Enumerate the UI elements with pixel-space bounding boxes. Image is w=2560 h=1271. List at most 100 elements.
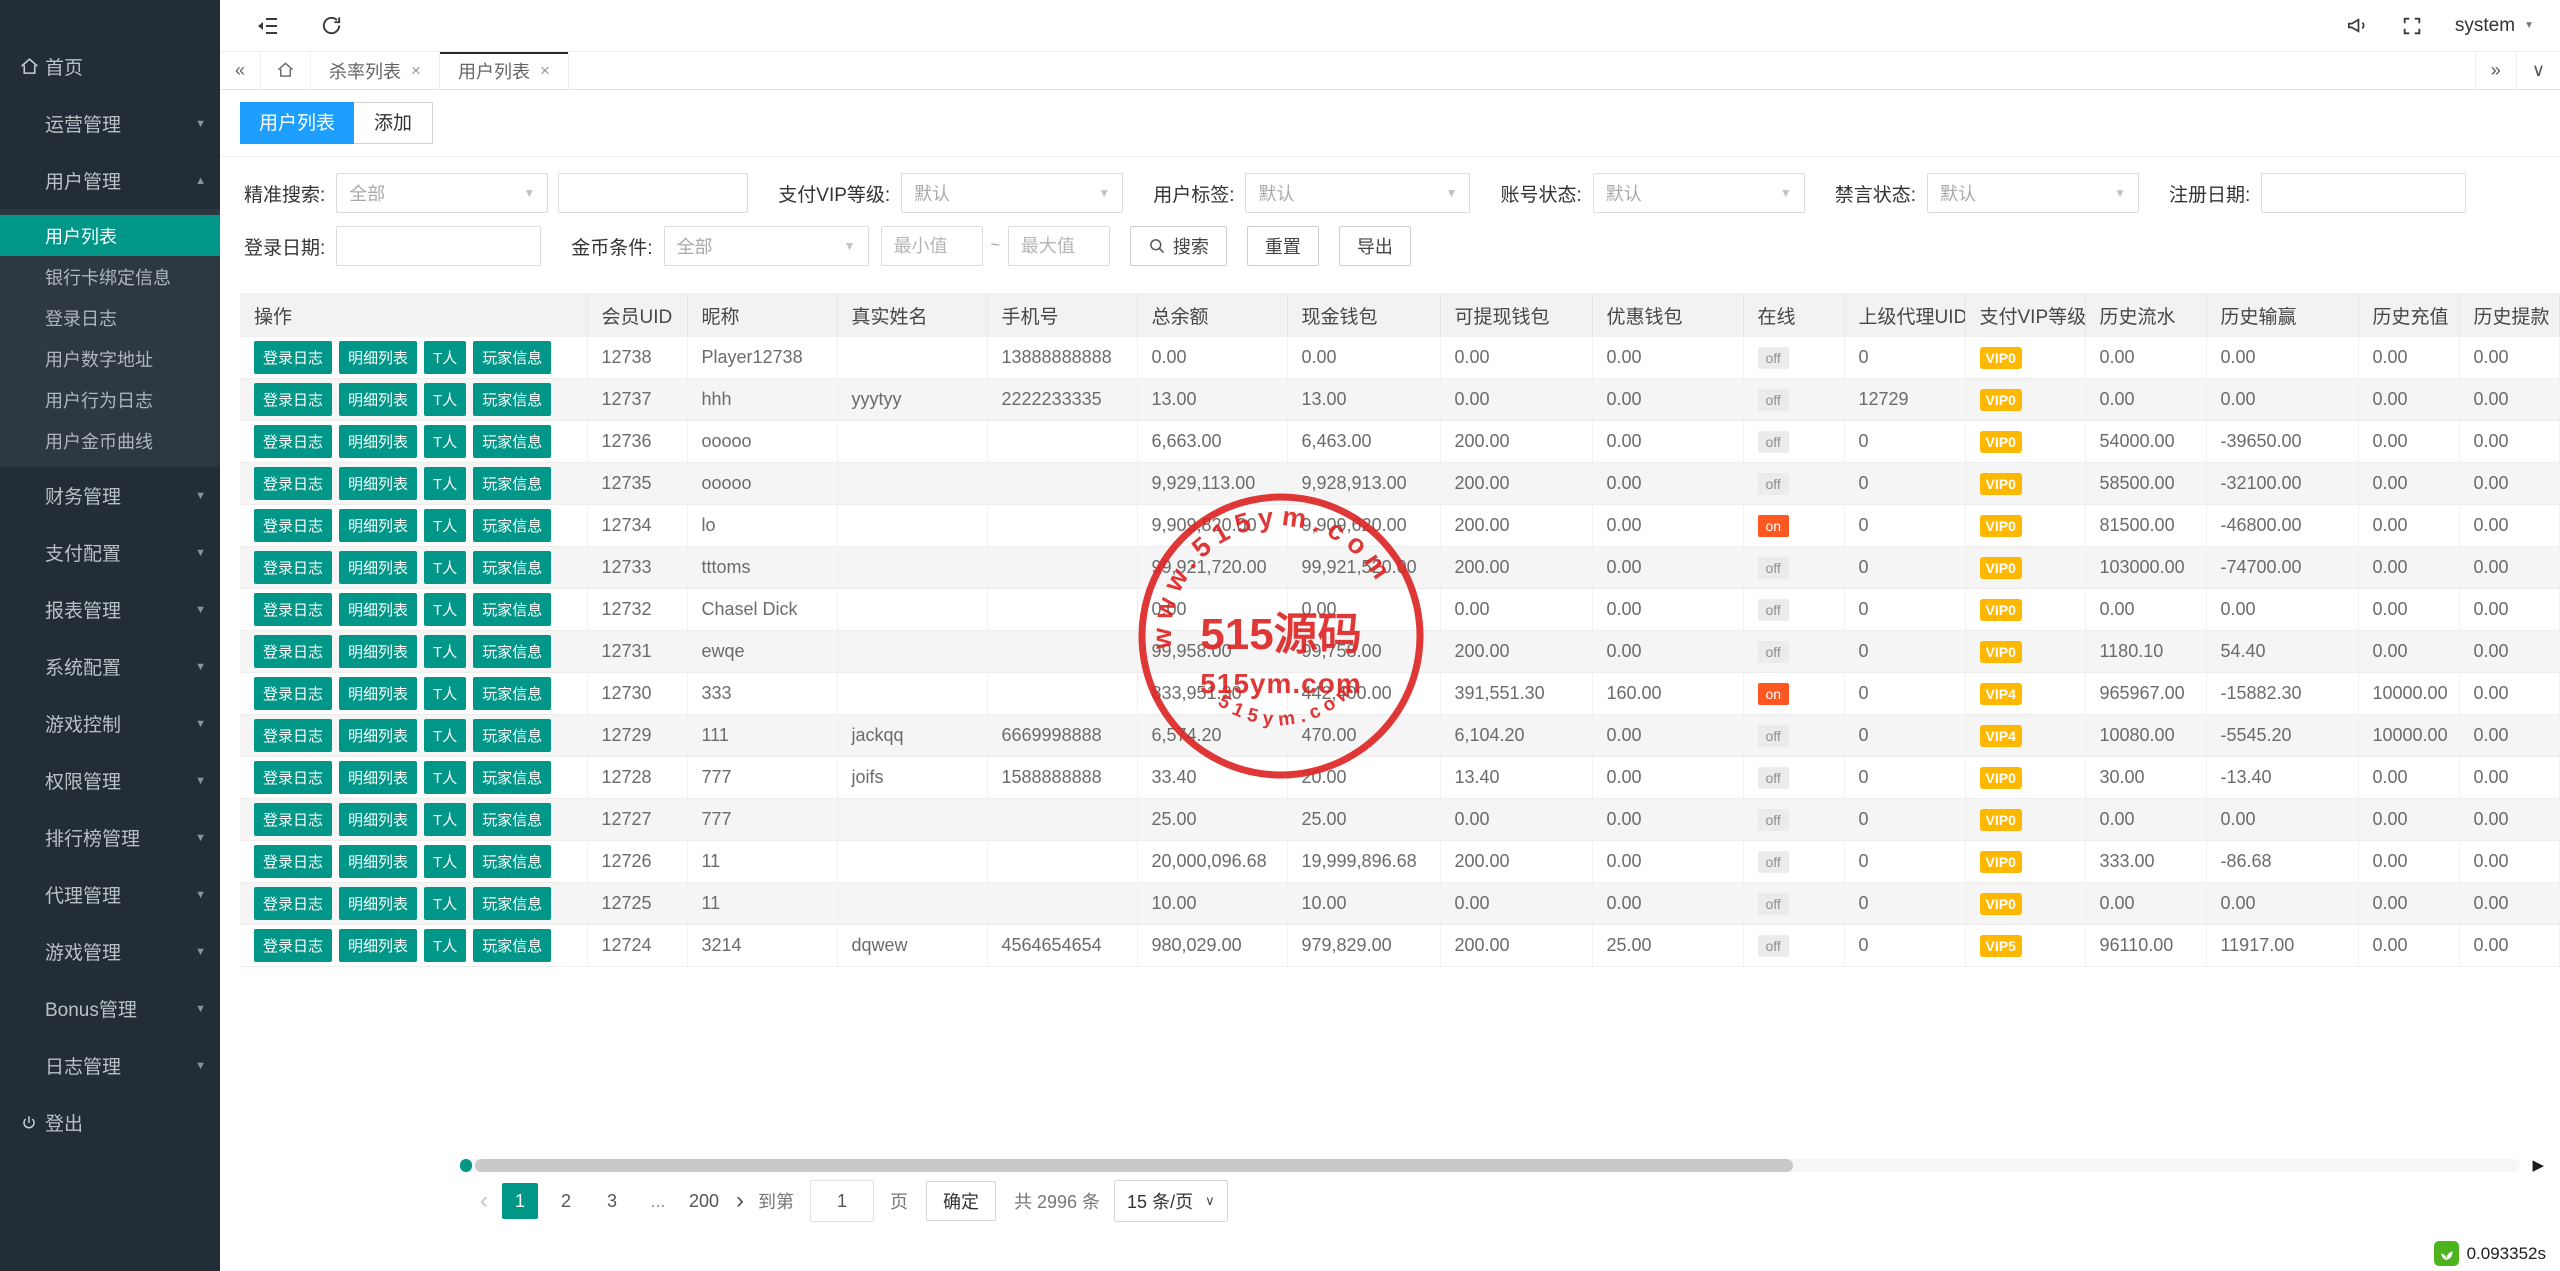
export-button[interactable]: 导出 — [1339, 226, 1411, 266]
coin-condition-select[interactable]: 全部▼ — [664, 226, 869, 266]
user-menu[interactable]: system ▼ — [2455, 15, 2534, 37]
detail-list-button[interactable]: 明细列表 — [339, 551, 417, 584]
detail-list-button[interactable]: 明细列表 — [339, 593, 417, 626]
sidebar-item-bonus[interactable]: Bonus管理▼ — [0, 980, 220, 1037]
confirm-button[interactable]: 确定 — [926, 1181, 996, 1221]
kick-player-button[interactable]: T人 — [424, 593, 466, 626]
kick-player-button[interactable]: T人 — [424, 803, 466, 836]
precise-search-select[interactable]: 全部▼ — [336, 173, 548, 213]
kick-player-button[interactable]: T人 — [424, 677, 466, 710]
kick-player-button[interactable]: T人 — [424, 719, 466, 752]
sidebar-item-login-log[interactable]: 登录日志 — [0, 297, 220, 338]
sidebar-item-behavior-log[interactable]: 用户行为日志 — [0, 379, 220, 420]
page-button[interactable]: 1 — [502, 1183, 538, 1219]
sidebar-item-coin-curve[interactable]: 用户金币曲线 — [0, 420, 220, 461]
detail-list-button[interactable]: 明细列表 — [339, 719, 417, 752]
detail-list-button[interactable]: 明细列表 — [339, 929, 417, 962]
login-log-button[interactable]: 登录日志 — [254, 341, 332, 374]
login-log-button[interactable]: 登录日志 — [254, 887, 332, 920]
player-info-button[interactable]: 玩家信息 — [473, 761, 551, 794]
goto-page-input[interactable] — [810, 1180, 874, 1222]
page-button[interactable]: 2 — [548, 1183, 584, 1219]
login-log-button[interactable]: 登录日志 — [254, 425, 332, 458]
sidebar-item-agents[interactable]: 代理管理▼ — [0, 866, 220, 923]
detail-list-button[interactable]: 明细列表 — [339, 467, 417, 500]
sidebar-item-permissions[interactable]: 权限管理▼ — [0, 752, 220, 809]
player-info-button[interactable]: 玩家信息 — [473, 887, 551, 920]
sidebar-item-ranking[interactable]: 排行榜管理▼ — [0, 809, 220, 866]
announcement-icon[interactable] — [2346, 14, 2369, 37]
sidebar-item-home[interactable]: 首页 — [0, 38, 220, 95]
kick-player-button[interactable]: T人 — [424, 845, 466, 878]
detail-list-button[interactable]: 明细列表 — [339, 341, 417, 374]
horizontal-scrollbar[interactable] — [460, 1159, 2520, 1172]
login-date-input[interactable] — [336, 226, 541, 266]
login-log-button[interactable]: 登录日志 — [254, 929, 332, 962]
detail-list-button[interactable]: 明细列表 — [339, 383, 417, 416]
kick-player-button[interactable]: T人 — [424, 551, 466, 584]
home-tab-icon[interactable] — [261, 52, 311, 89]
tab-kill-rate-list[interactable]: 杀率列表 × — [311, 52, 440, 89]
login-log-button[interactable]: 登录日志 — [254, 509, 332, 542]
login-log-button[interactable]: 登录日志 — [254, 677, 332, 710]
detail-list-button[interactable]: 明细列表 — [339, 425, 417, 458]
next-page-icon[interactable]: › — [732, 1187, 748, 1215]
sidebar-item-user-list[interactable]: 用户列表 — [0, 215, 220, 256]
detail-list-button[interactable]: 明细列表 — [339, 509, 417, 542]
close-icon[interactable]: × — [540, 61, 550, 81]
sidebar-item-finance[interactable]: 财务管理▼ — [0, 467, 220, 524]
player-info-button[interactable]: 玩家信息 — [473, 551, 551, 584]
login-log-button[interactable]: 登录日志 — [254, 761, 332, 794]
refresh-icon[interactable] — [320, 14, 343, 37]
search-button[interactable]: 搜索 — [1130, 226, 1227, 266]
login-log-button[interactable]: 登录日志 — [254, 467, 332, 500]
vip-level-select[interactable]: 默认▼ — [901, 173, 1123, 213]
player-info-button[interactable]: 玩家信息 — [473, 425, 551, 458]
player-info-button[interactable]: 玩家信息 — [473, 467, 551, 500]
kick-player-button[interactable]: T人 — [424, 425, 466, 458]
sidebar-item-digital-address[interactable]: 用户数字地址 — [0, 338, 220, 379]
player-info-button[interactable]: 玩家信息 — [473, 677, 551, 710]
player-info-button[interactable]: 玩家信息 — [473, 383, 551, 416]
tab-user-list[interactable]: 用户列表 × — [440, 52, 569, 89]
player-info-button[interactable]: 玩家信息 — [473, 593, 551, 626]
sidebar-item-games[interactable]: 游戏管理▼ — [0, 923, 220, 980]
login-log-button[interactable]: 登录日志 — [254, 719, 332, 752]
player-info-button[interactable]: 玩家信息 — [473, 341, 551, 374]
keyword-input[interactable] — [558, 173, 748, 213]
detail-list-button[interactable]: 明细列表 — [339, 635, 417, 668]
sidebar-item-game-control[interactable]: 游戏控制▼ — [0, 695, 220, 752]
login-log-button[interactable]: 登录日志 — [254, 593, 332, 626]
max-value-input[interactable] — [1008, 226, 1110, 266]
fullscreen-icon[interactable] — [2401, 15, 2423, 37]
sidebar-item-system-config[interactable]: 系统配置▼ — [0, 638, 220, 695]
user-list-tab-button[interactable]: 用户列表 — [240, 102, 354, 144]
kick-player-button[interactable]: T人 — [424, 761, 466, 794]
kick-player-button[interactable]: T人 — [424, 509, 466, 542]
sidebar-item-logout[interactable]: 登出 — [0, 1094, 220, 1151]
min-value-input[interactable] — [881, 226, 983, 266]
page-button[interactable]: 200 — [686, 1183, 722, 1219]
register-date-input[interactable] — [2261, 173, 2466, 213]
login-log-button[interactable]: 登录日志 — [254, 383, 332, 416]
detail-list-button[interactable]: 明细列表 — [339, 803, 417, 836]
scroll-right-arrow-icon[interactable]: ▶ — [2532, 1156, 2544, 1174]
detail-list-button[interactable]: 明细列表 — [339, 677, 417, 710]
account-status-select[interactable]: 默认▼ — [1593, 173, 1805, 213]
sidebar-item-logs[interactable]: 日志管理▼ — [0, 1037, 220, 1094]
detail-list-button[interactable]: 明细列表 — [339, 761, 417, 794]
tabs-scroll-left-icon[interactable]: « — [220, 52, 261, 89]
login-log-button[interactable]: 登录日志 — [254, 635, 332, 668]
player-info-button[interactable]: 玩家信息 — [473, 803, 551, 836]
sidebar-toggle-icon[interactable] — [256, 14, 280, 38]
scrollbar-left-chip[interactable] — [460, 1159, 472, 1172]
reset-button[interactable]: 重置 — [1247, 226, 1319, 266]
scrollbar-thumb[interactable] — [475, 1159, 1793, 1172]
page-button[interactable]: 3 — [594, 1183, 630, 1219]
sidebar-item-payment-config[interactable]: 支付配置▼ — [0, 524, 220, 581]
sidebar-item-operations[interactable]: 运营管理 ▼ — [0, 95, 220, 152]
sidebar-item-bank-card[interactable]: 银行卡绑定信息 — [0, 256, 220, 297]
kick-player-button[interactable]: T人 — [424, 341, 466, 374]
login-log-button[interactable]: 登录日志 — [254, 845, 332, 878]
login-log-button[interactable]: 登录日志 — [254, 551, 332, 584]
